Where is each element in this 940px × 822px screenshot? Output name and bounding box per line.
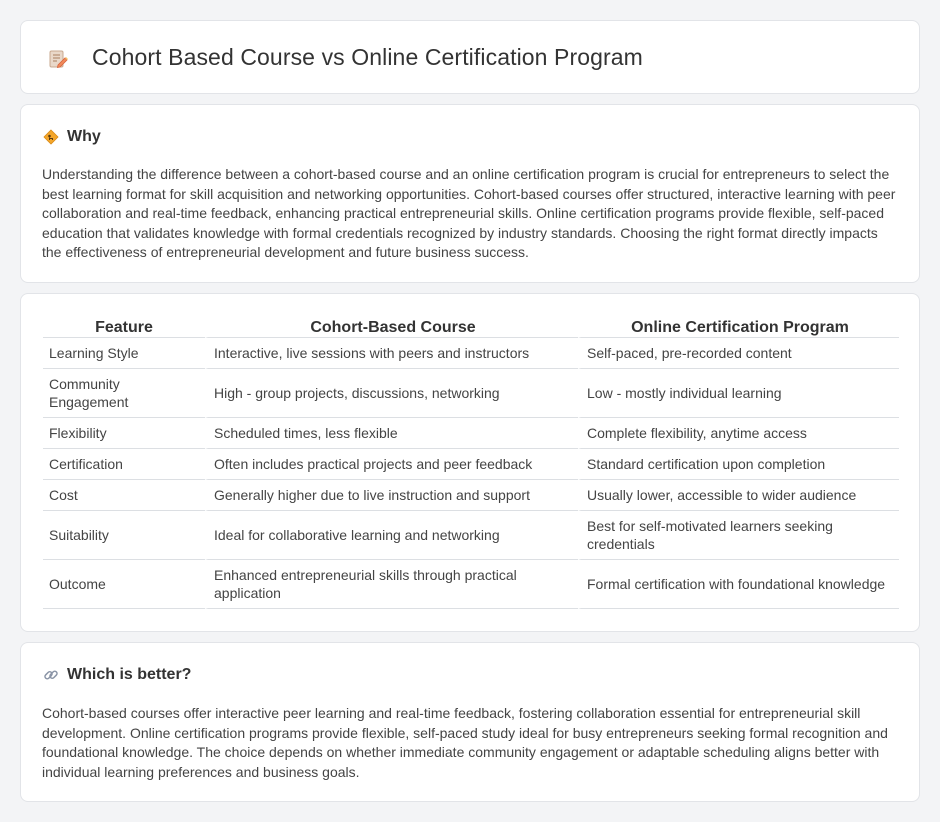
better-text: Cohort-based courses offer interactive p… xyxy=(42,705,888,780)
cohort-cell: Interactive, live sessions with peers an… xyxy=(205,338,578,369)
better-heading-text: Which is better? xyxy=(67,666,192,683)
cohort-cell: Scheduled times, less flexible xyxy=(205,418,578,449)
table-row: Community Engagement High - group projec… xyxy=(43,369,899,418)
why-section: Why Understanding the difference between… xyxy=(20,104,920,283)
feature-cell: Learning Style xyxy=(43,338,205,369)
online-cell: Formal certification with foundational k… xyxy=(578,560,899,609)
online-cell: Usually lower, accessible to wider audie… xyxy=(578,480,899,511)
table-row: Certification Often includes practical p… xyxy=(43,449,899,480)
online-cell: Self-paced, pre-recorded content xyxy=(578,338,899,369)
online-cell: Best for self-motivated learners seeking… xyxy=(578,511,899,560)
feature-cell: Flexibility xyxy=(43,418,205,449)
table-row: Cost Generally higher due to live instru… xyxy=(43,480,899,511)
feature-cell: Outcome xyxy=(43,560,205,609)
header-cohort: Cohort-Based Course xyxy=(205,316,578,338)
header-feature: Feature xyxy=(43,316,205,338)
feature-cell: Suitability xyxy=(43,511,205,560)
table-row: Suitability Ideal for collaborative lear… xyxy=(43,511,899,560)
which-is-better-section: Which is better? Cohort-based courses of… xyxy=(20,642,920,802)
table-row: Outcome Enhanced entrepreneurial skills … xyxy=(43,560,899,609)
diamond-sign-icon xyxy=(43,129,59,145)
document-edit-icon xyxy=(49,50,68,69)
page-title: Cohort Based Course vs Online Certificat… xyxy=(92,44,643,70)
online-cell: Standard certification upon completion xyxy=(578,449,899,480)
table-header-row: Feature Cohort-Based Course Online Certi… xyxy=(43,316,899,338)
cohort-cell: Generally higher due to live instruction… xyxy=(205,480,578,511)
table-row: Learning Style Interactive, live session… xyxy=(43,338,899,369)
online-cell: Complete flexibility, anytime access xyxy=(578,418,899,449)
header-online: Online Certification Program xyxy=(578,316,899,338)
better-heading: Which is better? xyxy=(43,665,191,685)
comparison-table: Feature Cohort-Based Course Online Certi… xyxy=(43,316,899,609)
title-card: Cohort Based Course vs Online Certificat… xyxy=(20,20,920,94)
cohort-cell: Often includes practical projects and pe… xyxy=(205,449,578,480)
cohort-cell: High - group projects, discussions, netw… xyxy=(205,369,578,418)
online-cell: Low - mostly individual learning xyxy=(578,369,899,418)
feature-cell: Certification xyxy=(43,449,205,480)
why-text: Understanding the difference between a c… xyxy=(42,166,896,260)
cohort-cell: Enhanced entrepreneurial skills through … xyxy=(205,560,578,609)
comparison-section: Feature Cohort-Based Course Online Certi… xyxy=(20,293,920,632)
link-icon xyxy=(44,670,58,680)
feature-cell: Cost xyxy=(43,480,205,511)
cohort-cell: Ideal for collaborative learning and net… xyxy=(205,511,578,560)
feature-cell: Community Engagement xyxy=(43,369,205,418)
why-heading-text: Why xyxy=(67,128,101,145)
table-row: Flexibility Scheduled times, less flexib… xyxy=(43,418,899,449)
why-heading: Why xyxy=(43,127,101,147)
